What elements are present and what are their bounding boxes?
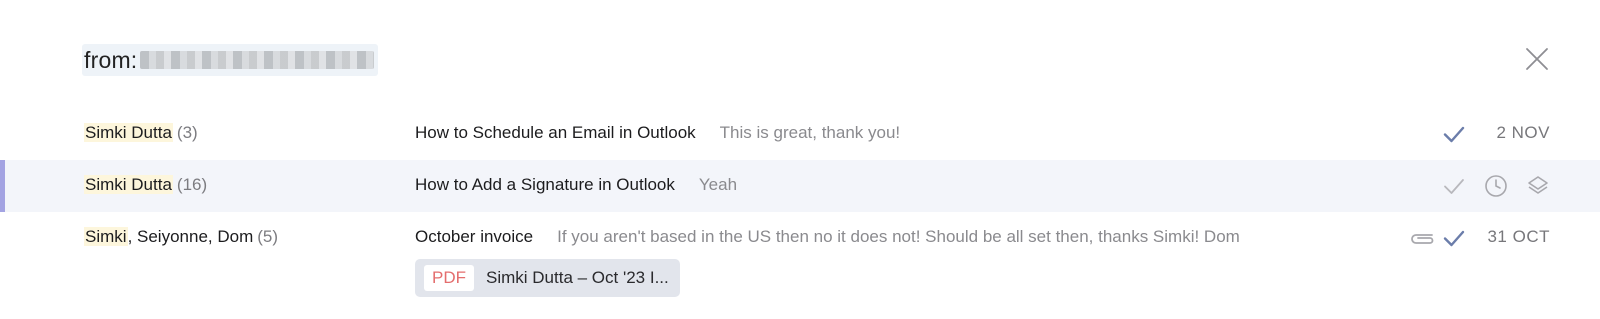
redacted-email bbox=[140, 51, 375, 69]
search-prefix: from: bbox=[84, 46, 138, 73]
check-icon[interactable] bbox=[1442, 122, 1466, 146]
thread-snippet: If you aren't based in the US then no it… bbox=[557, 227, 1240, 246]
paperclip-icon bbox=[1408, 226, 1438, 250]
thread-senders: Simki, Seiyonne, Dom (5) bbox=[84, 227, 278, 247]
thread-subject: How to Add a Signature in Outlook bbox=[415, 175, 675, 194]
search-input[interactable]: from: bbox=[82, 44, 379, 76]
thread-content: How to Schedule an Email in Outlook This… bbox=[415, 123, 900, 143]
sender-highlight: Simki bbox=[84, 227, 128, 246]
thread-list: Simki Dutta (3) How to Schedule an Email … bbox=[0, 108, 1600, 308]
check-icon[interactable] bbox=[1442, 174, 1466, 198]
sender-highlight: Simki Dutta bbox=[84, 175, 173, 194]
thread-actions bbox=[1442, 174, 1550, 198]
pdf-badge: PDF bbox=[424, 265, 474, 291]
check-icon[interactable] bbox=[1442, 226, 1466, 250]
thread-subject: How to Schedule an Email in Outlook bbox=[415, 123, 696, 142]
close-icon bbox=[1525, 47, 1549, 71]
thread-row[interactable]: Simki Dutta (16) How to Add a Signature i… bbox=[0, 160, 1600, 212]
sender-rest: , Seiyonne, Dom bbox=[127, 227, 254, 246]
thread-senders: Simki Dutta (16) bbox=[84, 175, 207, 195]
message-count: (3) bbox=[176, 123, 198, 142]
thread-senders: Simki Dutta (3) bbox=[84, 123, 198, 143]
thread-row[interactable]: Simki, Seiyonne, Dom (5) October invoice … bbox=[0, 212, 1600, 308]
message-count: (16) bbox=[176, 175, 208, 194]
attachment-chip[interactable]: PDF Simki Dutta – Oct '23 I... bbox=[415, 259, 680, 297]
thread-subject: October invoice bbox=[415, 227, 534, 246]
message-count: (5) bbox=[257, 227, 279, 246]
thread-date: 31 OCT bbox=[1487, 227, 1550, 246]
thread-snippet: Yeah bbox=[698, 175, 738, 194]
thread-row[interactable]: Simki Dutta (3) How to Schedule an Email … bbox=[0, 108, 1600, 160]
thread-icons bbox=[1408, 226, 1466, 250]
attachment-name: Simki Dutta – Oct '23 I... bbox=[486, 268, 669, 287]
sender-highlight: Simki Dutta bbox=[84, 123, 173, 142]
thread-icons bbox=[1442, 122, 1466, 146]
layers-icon[interactable] bbox=[1526, 174, 1550, 198]
close-search-button[interactable] bbox=[1525, 47, 1549, 71]
thread-content: October invoice If you aren't based in t… bbox=[415, 227, 1240, 247]
thread-content: How to Add a Signature in Outlook Yeah bbox=[415, 175, 737, 195]
clock-icon[interactable] bbox=[1484, 174, 1508, 198]
thread-snippet: This is great, thank you! bbox=[719, 123, 901, 142]
search-bar[interactable]: from: bbox=[82, 44, 379, 76]
thread-date: 2 NOV bbox=[1496, 123, 1550, 142]
